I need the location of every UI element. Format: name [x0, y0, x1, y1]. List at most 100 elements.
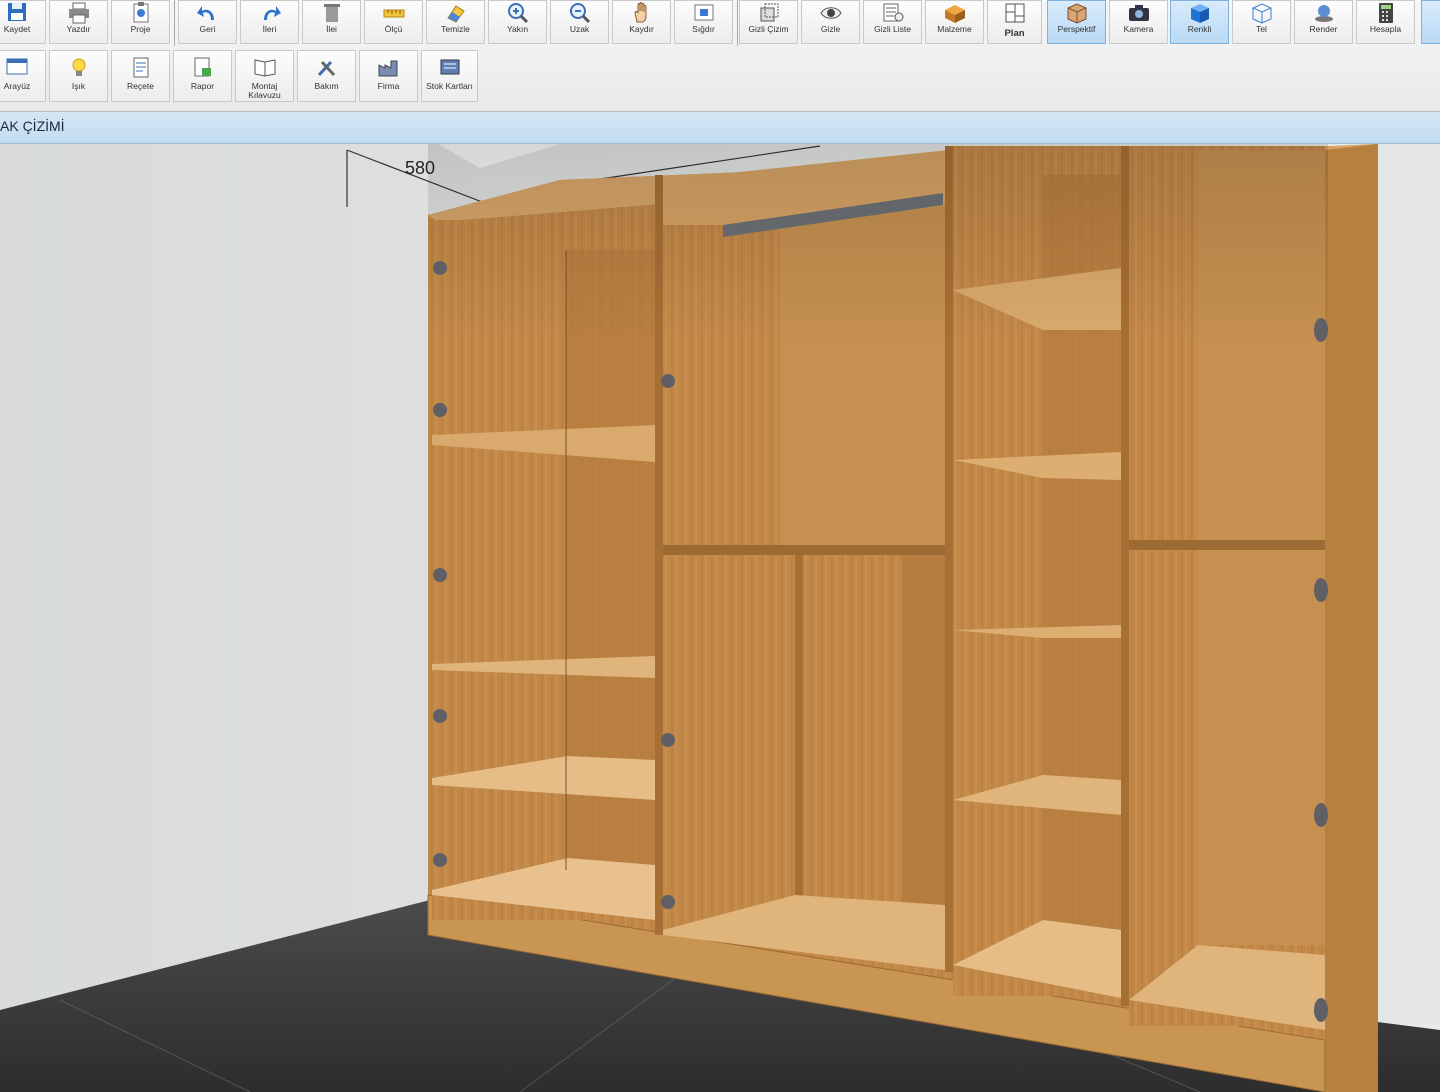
save-label: Kaydet	[3, 24, 31, 34]
zoom-in-button[interactable]: Yakın	[488, 0, 547, 44]
wireframe-icon	[1252, 3, 1271, 24]
stock-cards-icon	[440, 59, 459, 75]
dimension-label: 580	[405, 158, 436, 178]
clear-label: Temizle	[441, 24, 470, 34]
drawing-title-bar: AK ÇİZİMİ	[0, 112, 1440, 144]
project-label: Proje	[130, 24, 151, 34]
company-button[interactable]: Firma	[359, 50, 418, 102]
hidden-lines-icon	[760, 3, 778, 22]
recipe-button[interactable]: Reçete	[111, 50, 170, 102]
hidden-list-label: Gizli Liste	[874, 24, 911, 34]
print-button[interactable]: Yazdır	[49, 0, 108, 44]
toolbar-row-1: Kaydet Yazdır Proje Geri İleri İlei Ölçü	[0, 0, 1440, 54]
measure-button[interactable]: Ölçü	[364, 0, 423, 44]
undo-icon	[196, 6, 214, 20]
calculate-button[interactable]: Hesapla	[1356, 0, 1415, 44]
delete-button[interactable]: İlei	[302, 0, 361, 44]
wardrobe-scene	[0, 144, 1440, 1092]
report-label: Rapor	[190, 81, 215, 91]
separator	[737, 0, 738, 46]
render-icon	[1314, 5, 1333, 22]
measure-label: Ölçü	[384, 24, 403, 34]
hidden-list-icon	[883, 3, 903, 22]
camera-button[interactable]: Kamera	[1109, 0, 1168, 44]
color-cube-icon	[1190, 4, 1209, 23]
redo-label: İleri	[262, 24, 277, 34]
perspective-label: Perspektif	[1057, 24, 1096, 34]
manual-button[interactable]: Montaj Kılavuzu	[235, 50, 294, 102]
fit-label: Sığdır	[692, 24, 715, 34]
hide-button[interactable]: Gizle	[801, 0, 860, 44]
wall-right	[1378, 144, 1440, 1024]
clear-button[interactable]: Temizle	[426, 0, 485, 44]
material-label: Malzeme	[937, 24, 972, 34]
camera-label: Kamera	[1123, 24, 1154, 34]
hidden-list-button[interactable]: Gizli Liste	[863, 0, 922, 44]
tools-icon	[317, 60, 335, 77]
fit-icon	[694, 4, 713, 21]
project-icon	[133, 2, 148, 23]
interface-label: Arayüz	[3, 81, 31, 91]
drawing-title: AK ÇİZİMİ	[0, 118, 65, 134]
colored-label: Renkli	[1187, 24, 1212, 34]
3d-viewport[interactable]: 580	[0, 144, 1440, 1092]
fit-button[interactable]: Sığdır	[674, 0, 733, 44]
manual-icon	[254, 59, 275, 77]
undo-button[interactable]: Geri	[178, 0, 237, 44]
stock-cards-button[interactable]: Stok Kartları	[421, 50, 478, 102]
maintenance-label: Bakım	[314, 81, 339, 91]
render-button[interactable]: Render	[1294, 0, 1353, 44]
separator	[174, 0, 175, 46]
light-label: Işık	[71, 81, 86, 91]
extra-button[interactable]	[1421, 0, 1440, 44]
light-button[interactable]: Işık	[49, 50, 108, 102]
wireframe-button[interactable]: Tel	[1232, 0, 1291, 44]
hand-icon	[633, 2, 646, 23]
calculator-icon	[1378, 3, 1393, 23]
undo-label: Geri	[199, 24, 216, 34]
stock-cards-label: Stok Kartları	[426, 81, 473, 91]
ruler-icon	[383, 9, 404, 18]
hidden-lines-label: Gizli Çizim	[748, 24, 789, 34]
light-bulb-icon	[72, 58, 85, 76]
report-button[interactable]: Rapor	[173, 50, 232, 102]
perspective-button[interactable]: Perspektif	[1047, 0, 1106, 44]
interface-button[interactable]: Arayüz	[0, 50, 46, 102]
pan-label: Kaydır	[629, 24, 654, 34]
plan-icon	[1005, 3, 1024, 23]
hide-label: Gizle	[820, 24, 841, 34]
recipe-icon	[133, 57, 148, 78]
material-icon	[944, 5, 965, 23]
eraser-icon	[446, 5, 465, 23]
toolbar-row-2: Arayüz Işık Reçete Rapor Montaj Kılavuzu…	[0, 50, 480, 104]
save-icon	[8, 3, 26, 21]
zoom-out-button[interactable]: Uzak	[550, 0, 609, 44]
report-icon	[194, 57, 211, 77]
interface-icon	[6, 58, 28, 75]
eye-icon	[819, 7, 842, 19]
colored-button[interactable]: Renkli	[1170, 0, 1229, 44]
recipe-label: Reçete	[127, 81, 154, 91]
middle-shelf[interactable]	[663, 545, 948, 555]
redo-icon	[263, 6, 281, 20]
factory-icon	[378, 60, 397, 77]
material-button[interactable]: Malzeme	[925, 0, 984, 44]
zoom-in-label: Yakın	[506, 24, 529, 34]
ribbon-toolbar: Kaydet Yazdır Proje Geri İleri İlei Ölçü	[0, 0, 1440, 112]
hidden-lines-button[interactable]: Gizli Çizim	[739, 0, 798, 44]
company-label: Firma	[377, 81, 400, 91]
trash-icon	[323, 4, 340, 22]
print-label: Yazdır	[66, 24, 91, 34]
plan-button[interactable]: Plan	[987, 0, 1042, 44]
manual-label: Montaj Kılavuzu	[248, 81, 281, 100]
zoom-in-icon	[507, 3, 528, 24]
perspective-icon	[1067, 3, 1086, 24]
wireframe-label: Tel	[1256, 24, 1267, 34]
redo-button[interactable]: İleri	[240, 0, 299, 44]
calculate-label: Hesapla	[1369, 24, 1402, 34]
project-button[interactable]: Proje	[111, 0, 170, 44]
save-button[interactable]: Kaydet	[0, 0, 46, 44]
maintenance-button[interactable]: Bakım	[297, 50, 356, 102]
camera-icon	[1128, 5, 1149, 21]
pan-button[interactable]: Kaydır	[612, 0, 671, 44]
